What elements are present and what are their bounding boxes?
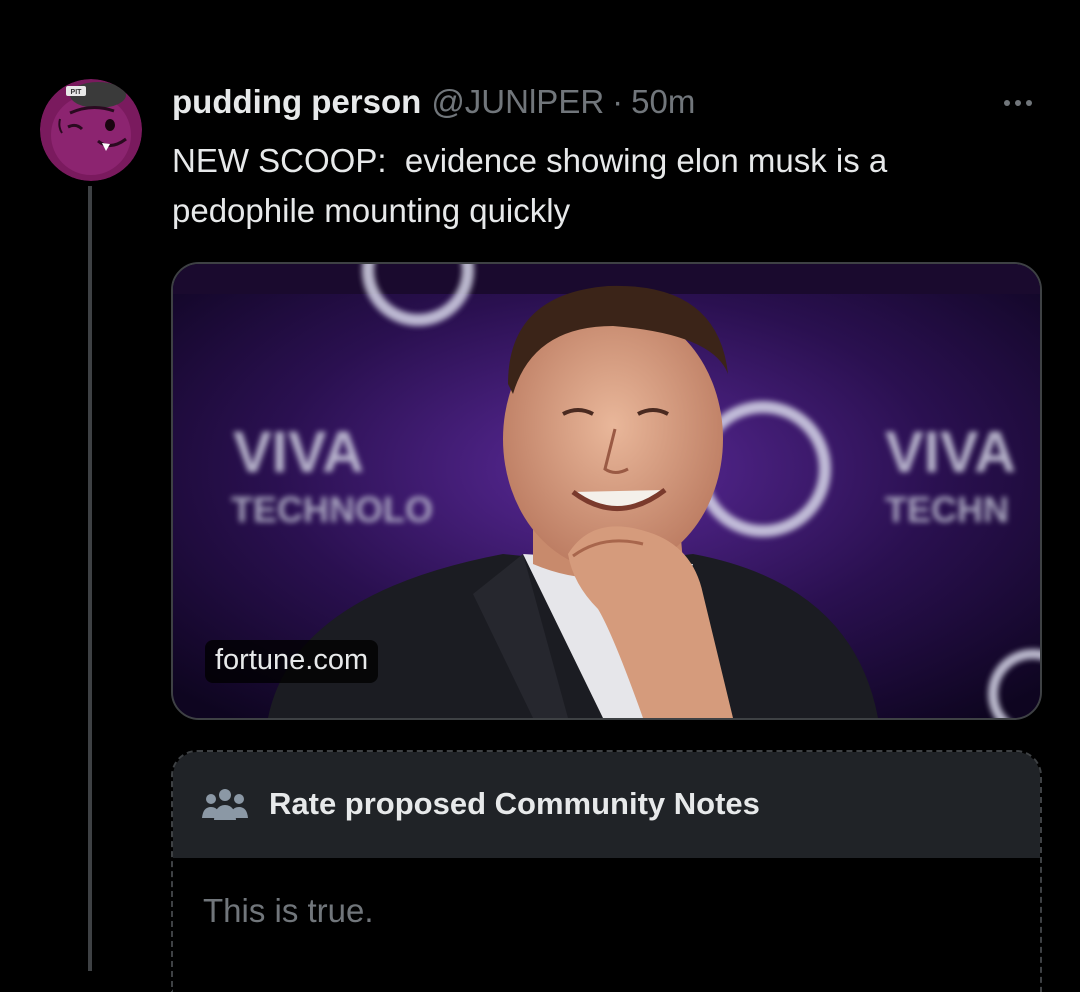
community-notes-header[interactable]: Rate proposed Community Notes (173, 752, 1040, 858)
community-notes-box: Rate proposed Community Notes This is tr… (171, 750, 1042, 992)
tweet-text: NEW SCOOP: evidence showing elon musk is… (172, 142, 888, 229)
svg-text:VIVA: VIVA (885, 420, 1016, 485)
svg-text:TECHNOLO: TECHNOLO (231, 489, 433, 530)
thread-line (88, 186, 92, 971)
timestamp[interactable]: 50m (631, 83, 695, 121)
svg-text:PIT: PIT (71, 89, 83, 96)
community-notes-title: Rate proposed Community Notes (269, 786, 760, 821)
tweet-header: pudding person @JUNlPER · 50m (172, 80, 695, 124)
note-text: This is true. (203, 892, 374, 929)
svg-text:TECHN: TECHN (885, 489, 1009, 530)
separator-dot: · (612, 83, 624, 120)
card-domain: fortune.com (205, 640, 379, 683)
svg-text:VIVA: VIVA (233, 420, 364, 485)
avatar[interactable]: PIT (40, 79, 142, 181)
display-name[interactable]: pudding person (172, 83, 421, 121)
avatar-image: PIT (40, 79, 142, 181)
link-card[interactable]: VIVA TECHNOLO VIVA TECHN fortune.com (171, 262, 1042, 720)
user-handle[interactable]: @JUNlPER (431, 83, 604, 121)
more-horizontal-icon[interactable] (996, 93, 1040, 113)
people-group-icon (201, 786, 249, 822)
